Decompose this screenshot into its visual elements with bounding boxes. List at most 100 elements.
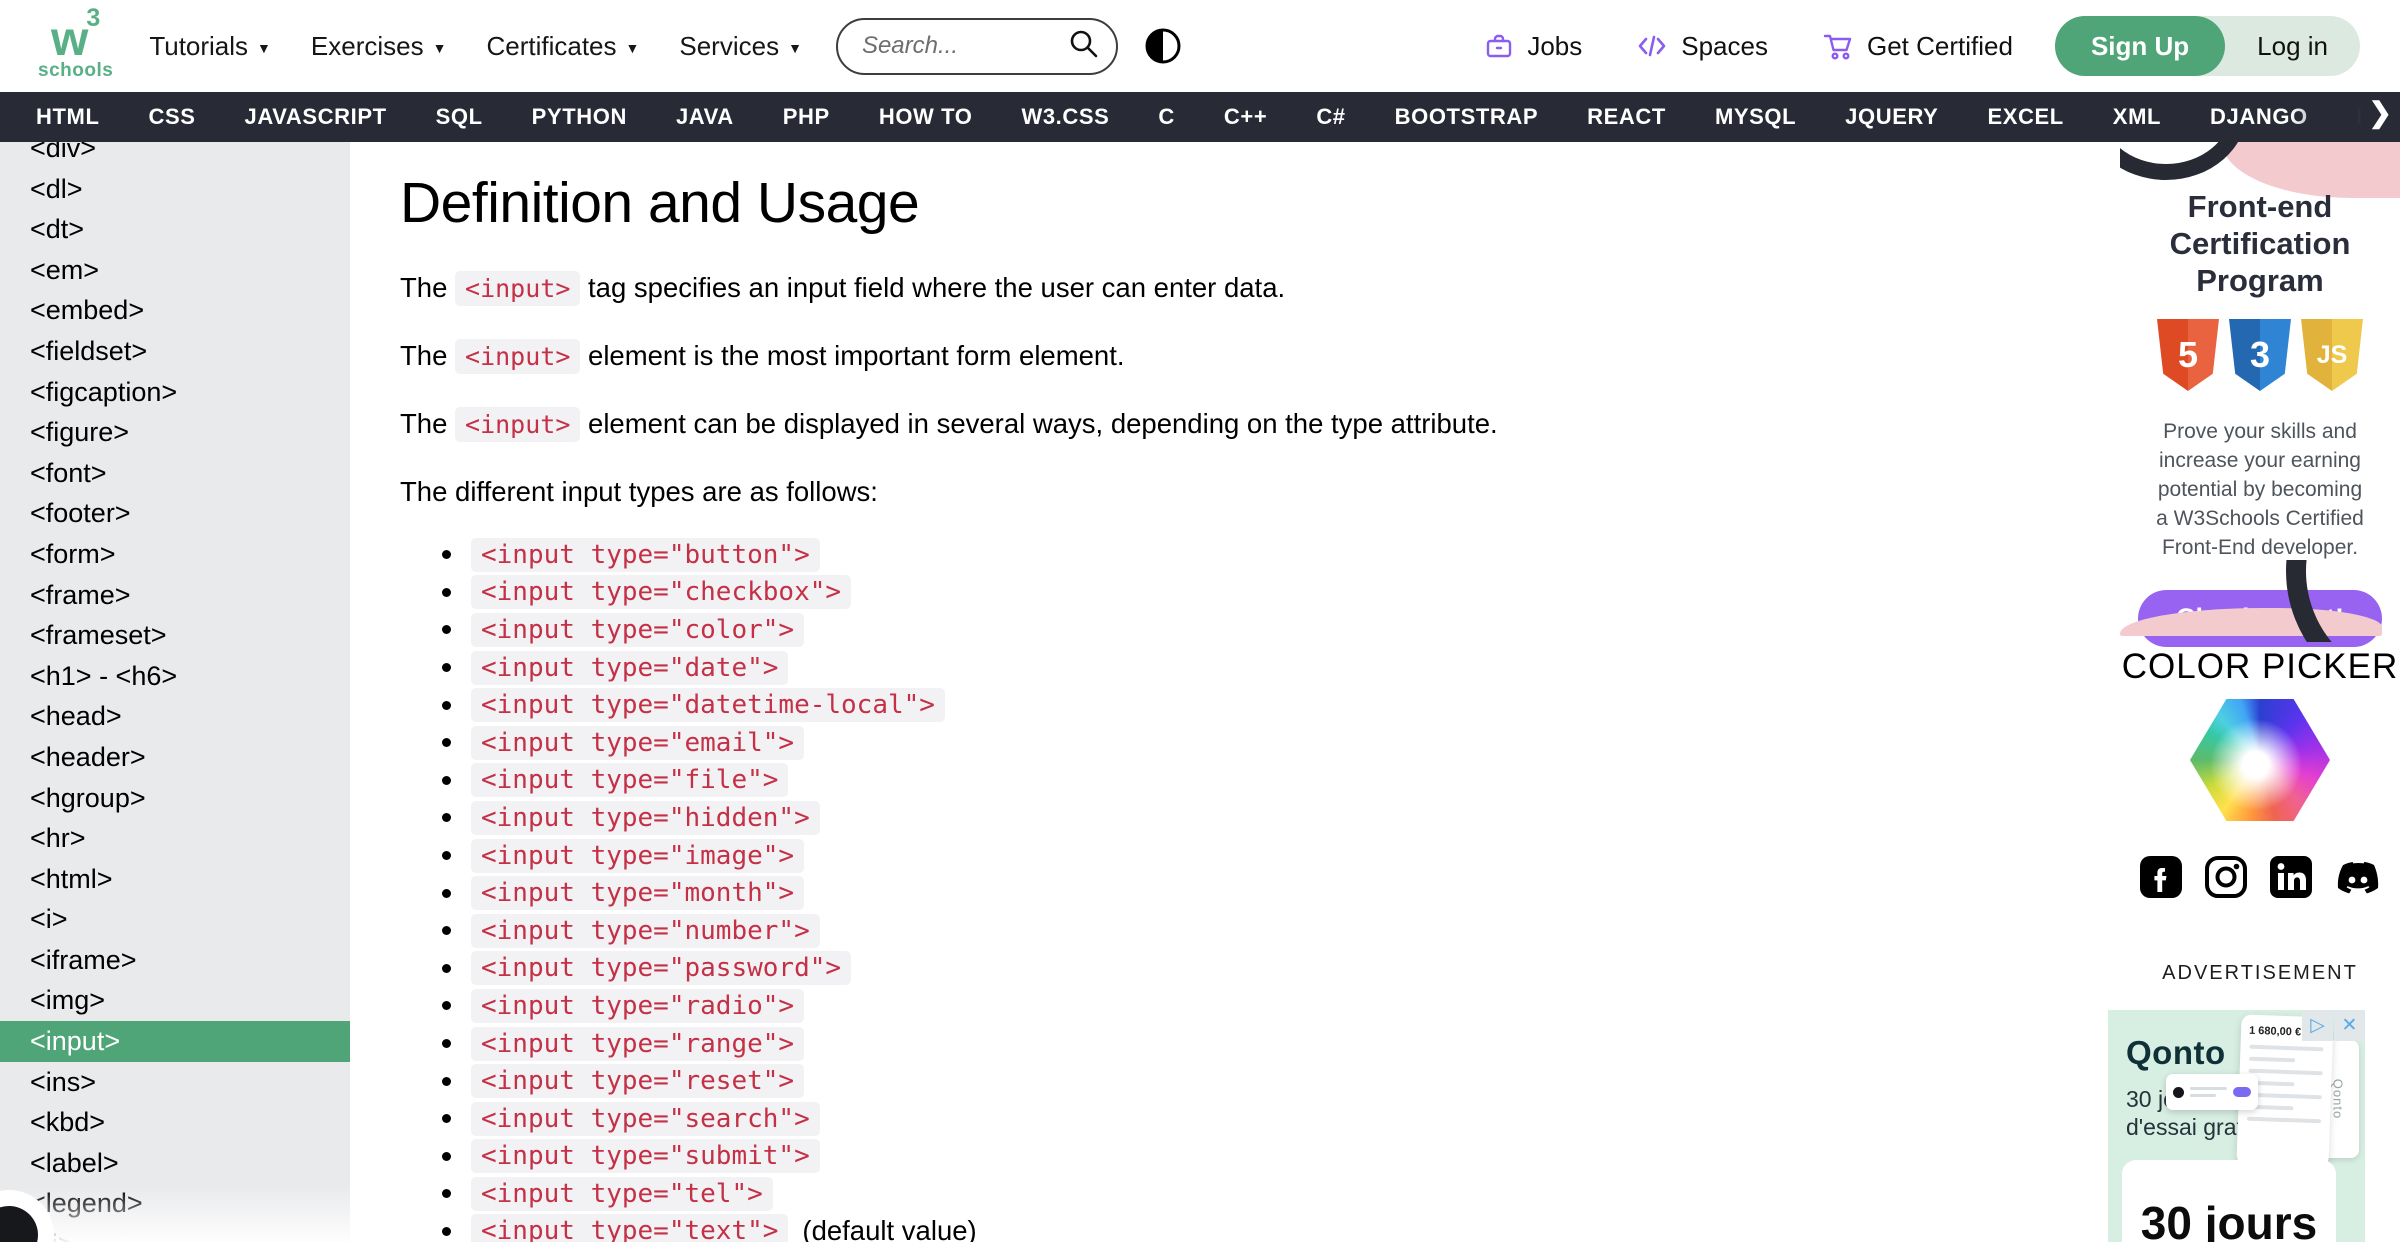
sign-up-button[interactable]: Sign Up	[2054, 16, 2226, 76]
right-sidebar: Front-end Certification Program 5 3 JS P…	[2108, 142, 2400, 1242]
input-type-code-link[interactable]: <input type="submit">	[471, 1139, 820, 1174]
chevron-right-icon[interactable]: ❯	[2369, 96, 2392, 129]
input-type-code-link[interactable]: <input type="month">	[471, 876, 805, 911]
sidebar-item[interactable]: <font>	[0, 453, 350, 494]
input-type-code-link[interactable]: <input type="number">	[471, 913, 820, 948]
input-type-code-link[interactable]: <input type="tel">	[471, 1176, 773, 1211]
menu-dropdown[interactable]: Services ▼	[679, 31, 802, 62]
sidebar-item[interactable]: <html>	[0, 859, 350, 900]
bullet-icon	[442, 700, 451, 710]
input-type-item: <input type="file">	[400, 762, 2120, 800]
subnav-item[interactable]: JQUERY	[1845, 104, 1938, 130]
input-type-code-link[interactable]: <input type="password">	[471, 951, 852, 986]
sidebar-item[interactable]: <img>	[0, 980, 350, 1021]
sidebar-item[interactable]: <li>	[0, 1224, 350, 1242]
sidebar-item[interactable]: <head>	[0, 696, 350, 737]
input-type-item: <input type="email">	[400, 724, 2120, 762]
subnav-item[interactable]: JAVASCRIPT	[245, 104, 387, 130]
sidebar-item[interactable]: <div>	[0, 142, 350, 169]
get-certified-link[interactable]: Get Certified	[1822, 31, 2013, 62]
sidebar-item[interactable]: <iframe>	[0, 940, 350, 981]
subnav-item[interactable]: C++	[1224, 104, 1267, 130]
sidebar-item[interactable]: <header>	[0, 737, 350, 778]
discord-icon[interactable]	[2333, 854, 2383, 900]
sidebar-item[interactable]: <ins>	[0, 1062, 350, 1103]
input-type-code-link[interactable]: <input type="button">	[471, 537, 820, 572]
jobs-link[interactable]: Jobs	[1484, 31, 1582, 62]
instagram-icon[interactable]	[2203, 854, 2249, 900]
sidebar-item[interactable]: <kbd>	[0, 1102, 350, 1143]
sidebar-item[interactable]: <dl>	[0, 169, 350, 210]
search-icon[interactable]	[1068, 28, 1100, 65]
input-type-code-link[interactable]: <input type="checkbox">	[471, 575, 852, 610]
linkedin-icon[interactable]	[2268, 854, 2314, 900]
search-box[interactable]	[835, 17, 1118, 75]
input-type-code-link[interactable]: <input type="search">	[471, 1101, 820, 1136]
subnav-item[interactable]: C#	[1316, 104, 1345, 130]
menu-dropdown[interactable]: Exercises ▼	[311, 31, 447, 62]
sidebar-item[interactable]: <form>	[0, 534, 350, 575]
input-type-code-link[interactable]: <input type="text">	[471, 1214, 789, 1242]
sidebar-item[interactable]: <label>	[0, 1143, 350, 1184]
sidebar-item[interactable]: <em>	[0, 250, 350, 291]
input-type-code-link[interactable]: <input type="date">	[471, 650, 789, 685]
sidebar-item[interactable]: <frameset>	[0, 615, 350, 656]
sidebar-item[interactable]: <frame>	[0, 575, 350, 616]
subnav-item[interactable]: SQL	[436, 104, 483, 130]
input-type-code-link[interactable]: <input type="range">	[471, 1026, 805, 1061]
sidebar-item[interactable]: <input>	[0, 1021, 350, 1062]
input-type-item: <input type="search">	[400, 1100, 2120, 1138]
sidebar-item[interactable]: <figcaption>	[0, 372, 350, 413]
subnav-item[interactable]: REACT	[1587, 104, 1666, 130]
subnav-item[interactable]: HOW TO	[879, 104, 973, 130]
subnav-item[interactable]: BOOTSTRAP	[1395, 104, 1539, 130]
sidebar-item[interactable]: <footer>	[0, 493, 350, 534]
input-type-code-link[interactable]: <input type="file">	[471, 763, 789, 798]
subnav-item[interactable]: HTML	[36, 104, 100, 130]
input-type-code-link[interactable]: <input type="datetime-local">	[471, 688, 945, 723]
w3schools-logo[interactable]: w3 schools	[38, 4, 113, 82]
input-type-code-link[interactable]: <input type="radio">	[471, 988, 805, 1023]
input-type-item: <input type="text"> (default value)	[400, 1213, 2120, 1242]
color-picker-hexagon[interactable]	[2190, 699, 2330, 821]
subnav-item[interactable]: EXCEL	[1987, 104, 2063, 130]
input-type-code-link[interactable]: <input type="email">	[471, 725, 805, 760]
sidebar-item[interactable]: <embed>	[0, 290, 350, 331]
search-input[interactable]	[861, 32, 1068, 60]
sidebar-item[interactable]: <fieldset>	[0, 331, 350, 372]
sidebar-item[interactable]: <dt>	[0, 209, 350, 250]
spaces-link[interactable]: Spaces	[1636, 31, 1768, 62]
subnav-item[interactable]: CSS	[149, 104, 196, 130]
inline-code[interactable]: <input>	[455, 339, 581, 374]
ad-close-icon[interactable]: ✕	[2334, 1010, 2365, 1041]
sidebar-item[interactable]: <figure>	[0, 412, 350, 453]
menu-dropdown[interactable]: Tutorials ▼	[149, 31, 271, 62]
input-type-code-link[interactable]: <input type="reset">	[471, 1064, 805, 1099]
subnav-item[interactable]: C	[1158, 104, 1175, 130]
sidebar-item[interactable]: <i>	[0, 899, 350, 940]
log-in-button[interactable]: Log in	[2225, 31, 2360, 62]
qonto-advertisement[interactable]: ▷ ✕ Qonto 30 jours d'essai gratuit Qonto…	[2108, 1010, 2365, 1242]
subnav-item[interactable]: PHP	[783, 104, 830, 130]
sidebar-item[interactable]: <h1> - <h6>	[0, 656, 350, 697]
sidebar-item[interactable]: <hr>	[0, 818, 350, 859]
dark-mode-toggle[interactable]	[1144, 27, 1182, 65]
sidebar-item[interactable]: <hgroup>	[0, 778, 350, 819]
subnav-item[interactable]: JAVA	[676, 104, 734, 130]
subnav-item[interactable]: XML	[2113, 104, 2161, 130]
sidebar-item[interactable]: <legend>	[0, 1183, 350, 1224]
subnav-item[interactable]: W3.CSS	[1021, 104, 1109, 130]
menu-dropdown[interactable]: Certificates ▼	[486, 31, 639, 62]
subnav-item[interactable]: MYSQL	[1715, 104, 1796, 130]
main-menu: Tutorials ▼ Exercises ▼ Certificates ▼ S…	[149, 31, 802, 62]
facebook-icon[interactable]	[2138, 854, 2184, 900]
input-type-code-link[interactable]: <input type="hidden">	[471, 800, 820, 835]
input-type-code-link[interactable]: <input type="color">	[471, 612, 805, 647]
subnav-item[interactable]: PYTHON	[532, 104, 627, 130]
input-type-code-link[interactable]: <input type="image">	[471, 838, 805, 873]
adchoices-icon[interactable]: ▷	[2302, 1010, 2333, 1041]
inline-code[interactable]: <input>	[455, 407, 581, 442]
inline-code[interactable]: <input>	[455, 271, 581, 306]
chevron-down-icon: ▼	[625, 40, 640, 56]
paragraph-text: The	[400, 272, 456, 303]
